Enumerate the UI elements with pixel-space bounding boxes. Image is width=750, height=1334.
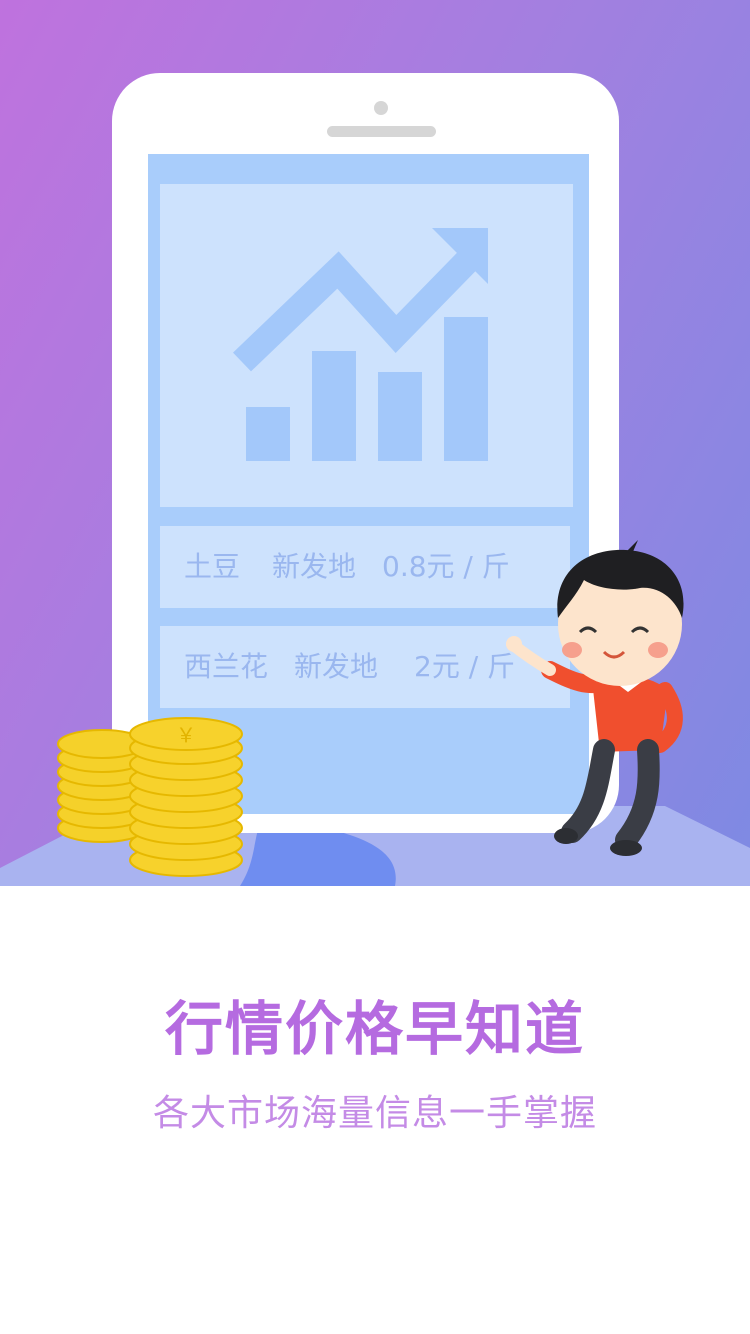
phone-speaker — [327, 126, 436, 137]
phone-camera — [374, 101, 388, 115]
page-title: 行情价格早知道 — [164, 995, 585, 1063]
coin-stack-icon: ￥ — [57, 717, 243, 877]
price-row-market: 新发地 — [272, 550, 357, 583]
price-row-market: 新发地 — [294, 650, 379, 683]
price-row-price: 0.8元 / 斤 — [382, 550, 510, 583]
coin-symbol: ￥ — [176, 723, 196, 747]
price-row-item: 土豆 — [184, 550, 241, 583]
page-subtitle: 各大市场海量信息一手掌握 — [152, 1093, 597, 1134]
price-row-item: 西兰花 — [184, 650, 269, 683]
hero-illustration: 土豆 新发地 0.8元 / 斤 西兰花 新发地 2元 / 斤 ￥ — [0, 0, 750, 886]
trend-up-bar-chart-icon — [233, 228, 488, 461]
cartoon-boy-illustration — [506, 540, 684, 856]
chart-card — [160, 184, 573, 507]
